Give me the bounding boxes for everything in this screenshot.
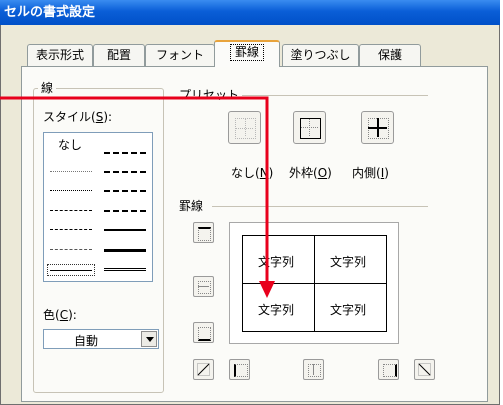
color-dropdown-value: 自動 bbox=[74, 334, 99, 348]
preset-none-label: なし(N) bbox=[231, 164, 273, 181]
tab-label: 保護 bbox=[377, 48, 402, 62]
preset-outline-button[interactable] bbox=[293, 111, 326, 144]
preset-outline-label: 外枠(O) bbox=[289, 164, 332, 181]
preset-none-text: なし( bbox=[231, 166, 260, 180]
preset-outline-key: O bbox=[317, 166, 328, 180]
style-label: スタイル(S): bbox=[43, 108, 112, 125]
border-preview[interactable]: 文字列 文字列 文字列 文字列 bbox=[229, 222, 399, 344]
preset-group-line bbox=[226, 95, 428, 96]
line-style-double[interactable] bbox=[104, 268, 146, 271]
border-bottom-button[interactable] bbox=[193, 322, 214, 343]
border-top-button[interactable] bbox=[193, 222, 214, 243]
diagonal-up-icon bbox=[197, 363, 210, 376]
tab-fill[interactable]: 塗りつぶし bbox=[282, 44, 359, 66]
line-style-dash-dot[interactable] bbox=[50, 229, 92, 230]
line-style-dash-dot-dot[interactable] bbox=[50, 210, 92, 211]
style-label-text: スタイル( bbox=[43, 110, 96, 124]
preset-none-icon bbox=[235, 118, 256, 139]
border-middle-horizontal-button[interactable] bbox=[193, 276, 214, 297]
line-style-medium[interactable] bbox=[104, 229, 146, 231]
line-style-none[interactable]: なし bbox=[58, 136, 82, 153]
tab-border[interactable]: 罫線 bbox=[214, 40, 280, 67]
border-right-button[interactable] bbox=[378, 359, 399, 380]
line-style-dotted[interactable] bbox=[50, 190, 92, 191]
tab-label: 罫線 bbox=[229, 44, 264, 61]
preset-group-title: プリセット bbox=[176, 88, 243, 102]
preset-none-suffix: ) bbox=[268, 166, 274, 180]
preview-cell-text: 文字列 bbox=[330, 303, 367, 317]
tab-font[interactable]: フォント bbox=[145, 44, 215, 66]
preset-outline-icon bbox=[300, 118, 321, 139]
line-style-thick[interactable] bbox=[104, 249, 146, 252]
preview-inner-horizontal bbox=[242, 283, 387, 284]
line-style-medium-dash-dot-dot[interactable] bbox=[104, 152, 146, 154]
preset-inside-icon bbox=[368, 118, 389, 139]
tab-label: 表示形式 bbox=[35, 48, 84, 62]
color-label-key: C bbox=[59, 308, 69, 322]
preset-outline-text: 外枠( bbox=[289, 166, 318, 180]
line-style-medium-dash-dot[interactable] bbox=[104, 190, 146, 192]
color-dropdown[interactable]: 自動 bbox=[43, 329, 159, 349]
border-left-icon bbox=[234, 364, 248, 377]
tab-number-format[interactable]: 表示形式 bbox=[27, 44, 93, 66]
border-middle-vertical-button[interactable] bbox=[303, 359, 324, 380]
diagonal-down-icon bbox=[418, 363, 431, 376]
border-group-line bbox=[212, 206, 428, 207]
color-label-text: 色( bbox=[43, 308, 60, 322]
chevron-down-icon[interactable] bbox=[141, 331, 157, 347]
preview-cell-text: 文字列 bbox=[330, 255, 367, 269]
preview-cell-text: 文字列 bbox=[258, 255, 295, 269]
tab-label: 配置 bbox=[106, 48, 131, 62]
border-diagonal-up-button[interactable] bbox=[193, 359, 214, 380]
line-style-medium-dashed[interactable] bbox=[104, 210, 146, 212]
preset-inside-label: 内側(I) bbox=[352, 164, 389, 181]
color-label: 色(C): bbox=[43, 306, 77, 323]
line-style-hair[interactable] bbox=[50, 171, 92, 172]
border-middle-vertical-icon bbox=[308, 364, 321, 377]
preset-inside-button[interactable] bbox=[361, 111, 394, 144]
tab-label: 塗りつぶし bbox=[290, 48, 351, 62]
border-group-title: 罫線 bbox=[176, 199, 207, 213]
preset-none-key: N bbox=[259, 166, 269, 180]
preview-cell-text: 文字列 bbox=[258, 303, 295, 317]
border-left-button[interactable] bbox=[229, 359, 250, 380]
preset-inside-text: 内側( bbox=[352, 166, 381, 180]
border-top-icon bbox=[198, 227, 211, 241]
border-right-icon bbox=[383, 364, 397, 377]
border-middle-horizontal-icon bbox=[198, 281, 211, 294]
tab-label: フォント bbox=[155, 48, 204, 62]
color-label-suffix: ): bbox=[68, 308, 77, 322]
dialog-title-bar: セルの書式設定 bbox=[0, 0, 500, 25]
tab-protection[interactable]: 保護 bbox=[359, 44, 421, 66]
line-style-slant-dash-dot[interactable] bbox=[104, 171, 146, 173]
line-style-dashed[interactable] bbox=[50, 249, 92, 250]
line-style-thin-selected[interactable] bbox=[47, 264, 95, 276]
line-style-list[interactable]: なし bbox=[43, 132, 153, 282]
border-bottom-icon bbox=[198, 327, 211, 341]
tab-alignment[interactable]: 配置 bbox=[93, 44, 145, 66]
style-label-suffix: ): bbox=[103, 110, 113, 124]
preset-none-button[interactable] bbox=[228, 111, 261, 144]
line-group-title: 線 bbox=[38, 81, 57, 95]
preset-outline-suffix: ) bbox=[327, 166, 332, 180]
border-diagonal-down-button[interactable] bbox=[414, 359, 435, 380]
preset-inside-suffix: ) bbox=[384, 166, 389, 180]
dialog-title: セルの書式設定 bbox=[4, 5, 96, 20]
